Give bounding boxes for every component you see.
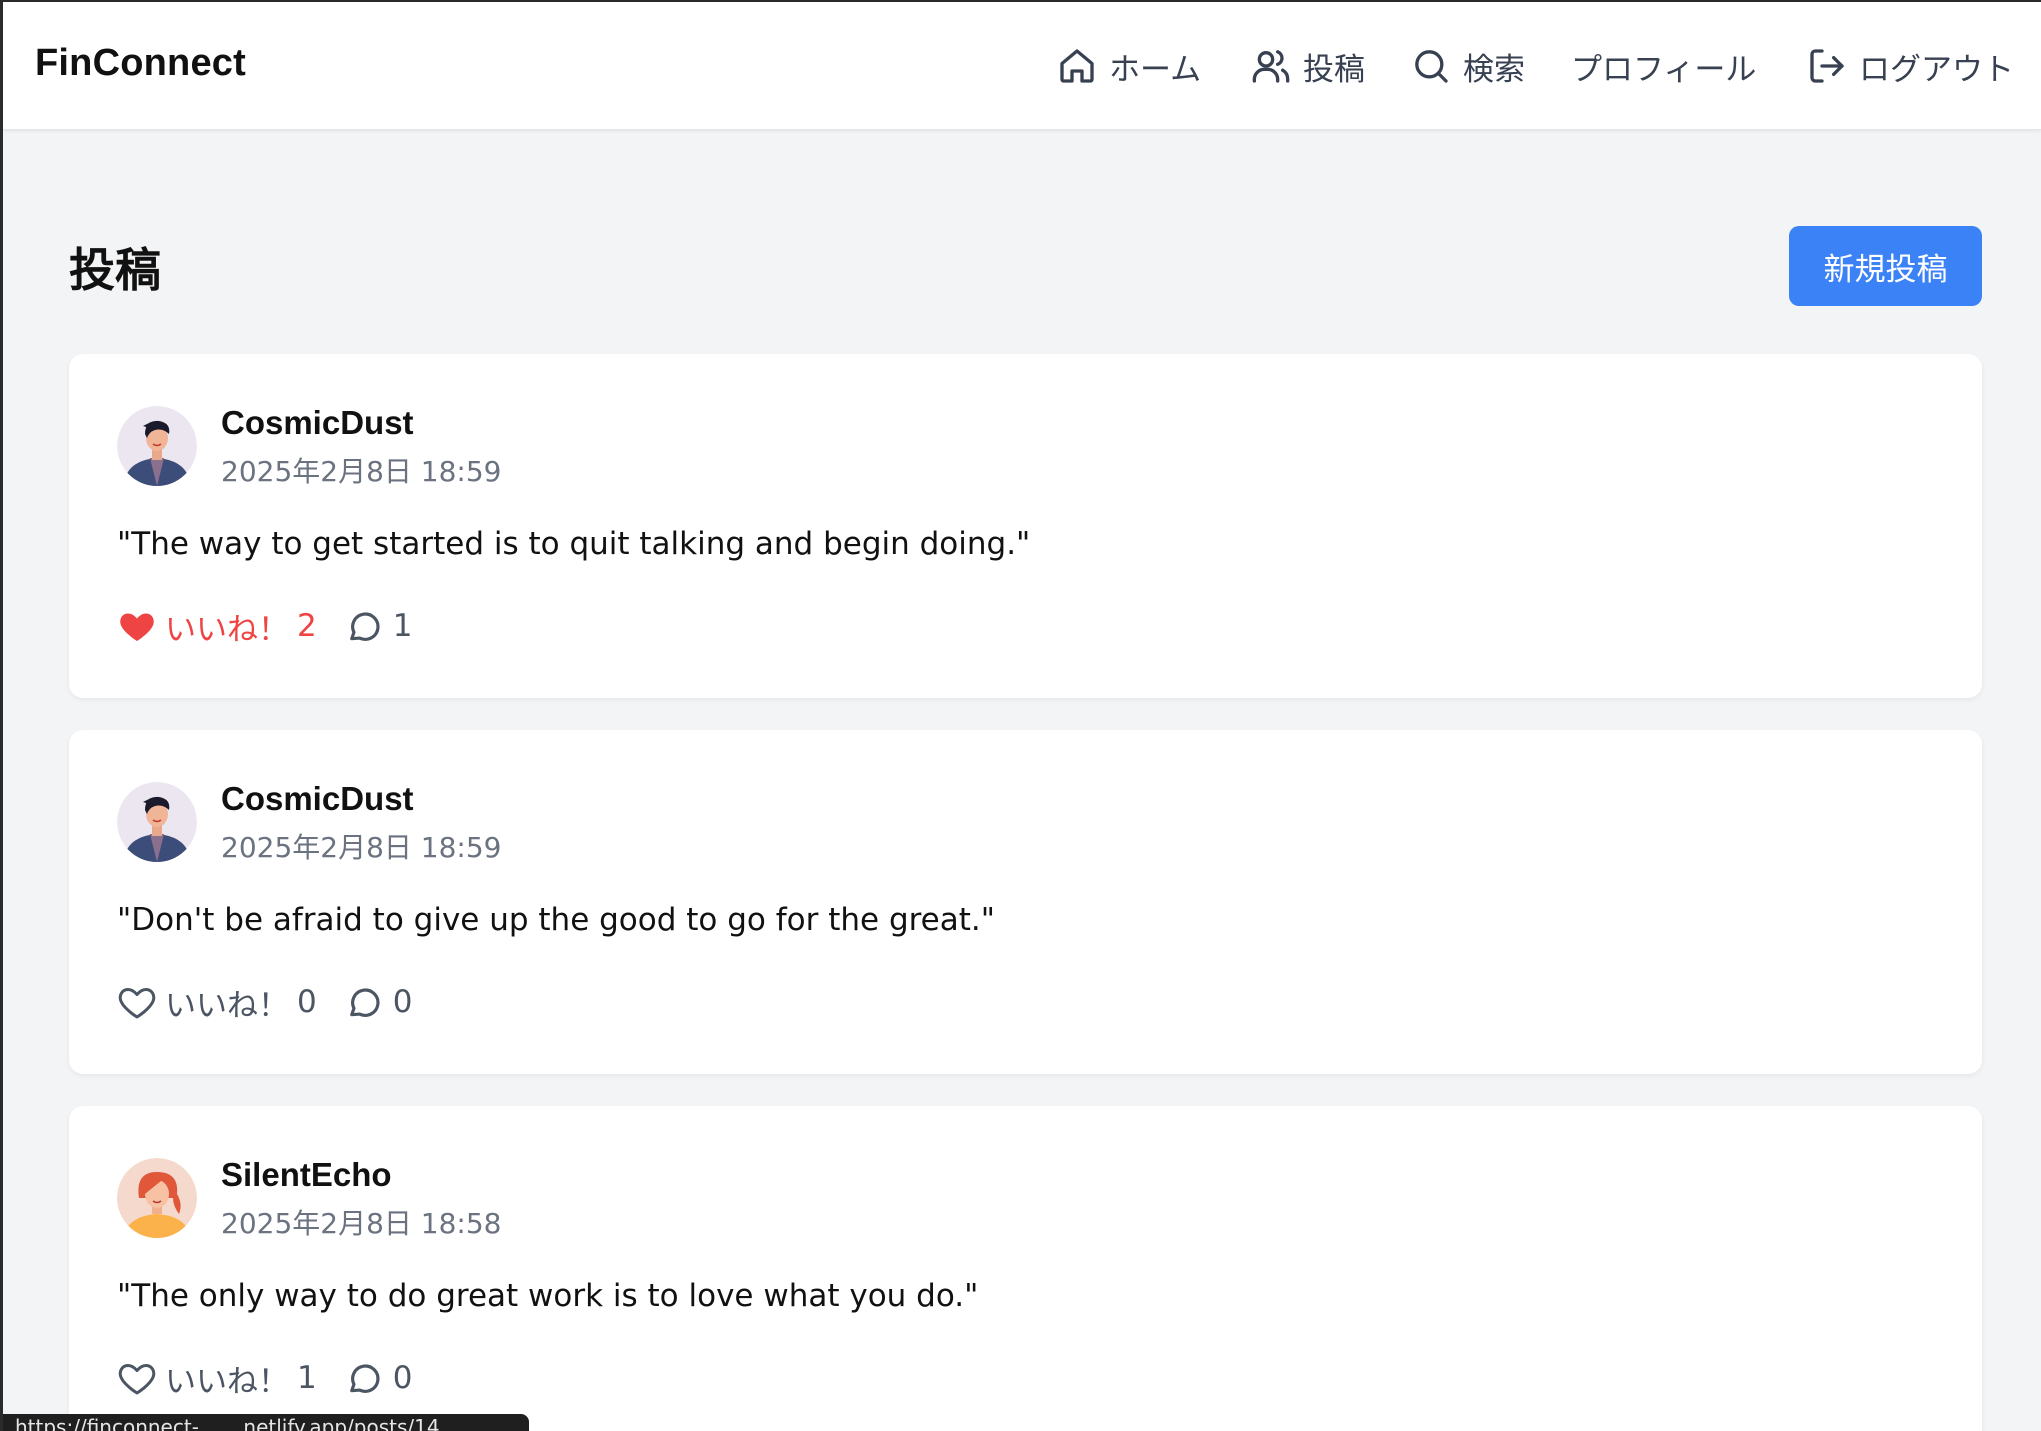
users-icon <box>1252 50 1290 83</box>
post-timestamp: 2025年2月8日 18:58 <box>221 1207 502 1240</box>
like-count: 1 <box>297 1360 317 1396</box>
nav-posts-label: 投稿 <box>1303 51 1365 88</box>
post-actions: いいね！ 0 0 <box>117 980 412 1024</box>
female-avatar-icon[interactable] <box>117 1158 197 1238</box>
post-card: CosmicDust 2025年2月8日 18:59 "Don't be afr… <box>69 730 1982 1074</box>
like-button[interactable]: いいね！ 2 <box>117 604 317 649</box>
heart-icon <box>118 988 156 1019</box>
like-count: 0 <box>297 984 317 1020</box>
nav-profile-label: プロフィール <box>1571 51 1757 88</box>
nav-item-profile[interactable]: プロフィール <box>1571 40 1756 92</box>
post-timestamp: 2025年2月8日 18:59 <box>221 455 502 488</box>
nav-logout-label: ログアウト <box>1859 51 2014 88</box>
nav-item-home[interactable]: ホーム <box>1057 40 1201 92</box>
nav-item-posts[interactable]: 投稿 <box>1251 40 1365 92</box>
post-card: CosmicDust 2025年2月8日 18:59 "The way to g… <box>69 354 1982 698</box>
status-bar-url: https://finconnect-.......netlify.app/po… <box>3 1414 529 1431</box>
comment-count: 0 <box>392 984 413 1020</box>
like-count: 2 <box>297 608 317 644</box>
post-username[interactable]: SilentEcho <box>221 1156 392 1194</box>
logout-icon <box>1810 49 1844 83</box>
heart-filled-icon <box>120 613 154 641</box>
male-avatar-icon[interactable] <box>117 406 197 486</box>
comment-button[interactable]: 1 <box>347 607 413 645</box>
brand-logo[interactable]: FinConnect <box>35 42 246 85</box>
comment-button[interactable]: 0 <box>347 983 413 1021</box>
nav-search-label: 検索 <box>1463 51 1525 88</box>
comment-icon <box>349 612 380 641</box>
post-username[interactable]: CosmicDust <box>221 404 414 442</box>
post-timestamp: 2025年2月8日 18:59 <box>221 831 502 864</box>
male-avatar-icon[interactable] <box>117 782 197 862</box>
comment-count: 1 <box>392 608 413 644</box>
like-label: いいね！ <box>165 611 289 648</box>
heart-icon <box>118 1364 156 1395</box>
post-actions: いいね！ 2 1 <box>117 604 412 648</box>
page-title: 投稿 <box>69 243 161 297</box>
nav-home-label: ホーム <box>1109 51 1202 88</box>
post-username[interactable]: CosmicDust <box>221 780 414 818</box>
post-content: "Don't be afraid to give up the good to … <box>117 902 996 938</box>
search-icon <box>1415 50 1448 83</box>
comment-icon <box>349 988 380 1017</box>
like-label: いいね！ <box>165 987 289 1024</box>
like-button[interactable]: いいね！ 1 <box>117 1356 317 1401</box>
new-post-button[interactable]: 新規投稿 <box>1789 226 1982 306</box>
comment-button[interactable]: 0 <box>347 1359 413 1397</box>
like-button[interactable]: いいね！ 0 <box>117 980 317 1025</box>
comment-count: 0 <box>392 1360 413 1396</box>
post-actions: いいね！ 1 0 <box>117 1356 412 1400</box>
post-card: SilentEcho 2025年2月8日 18:58 "The only way… <box>69 1106 1982 1431</box>
home-icon <box>1060 49 1094 83</box>
like-label: いいね！ <box>165 1363 289 1400</box>
nav-item-search[interactable]: 検索 <box>1411 40 1525 92</box>
comment-icon <box>349 1364 380 1393</box>
top-navbar: FinConnect ホーム 投稿 検索 プロフィール ログアウト <box>3 2 2041 130</box>
post-content: "The only way to do great work is to lov… <box>117 1278 979 1314</box>
nav-item-logout[interactable]: ログアウト <box>1807 40 2014 92</box>
app-viewport: FinConnect ホーム 投稿 検索 プロフィール ログアウト 投稿 新規投… <box>3 2 2041 1431</box>
post-content: "The way to get started is to quit talki… <box>117 526 1031 562</box>
